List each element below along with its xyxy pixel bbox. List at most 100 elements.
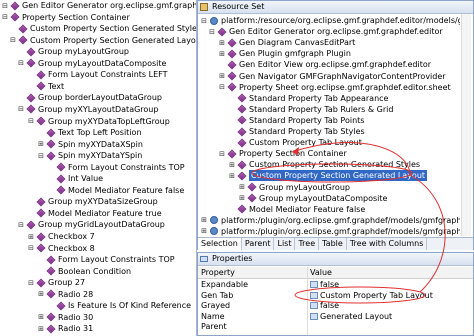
property-row[interactable]: Name Generated Layout — [198, 312, 473, 322]
tree-item[interactable]: ⊟ Gen Editor Generator org.eclipse.gmf.gr… — [208, 26, 443, 37]
property-row[interactable]: Gen Tab Custom Property Tab Layout — [198, 291, 473, 301]
tab-selection[interactable]: Selection — [198, 238, 242, 250]
tab-parent[interactable]: Parent — [242, 238, 275, 250]
tab-tree-with-columns[interactable]: Tree with Columns — [347, 238, 428, 250]
property-row[interactable]: Grayed false — [198, 301, 473, 311]
tree-item[interactable]: Form Layout Constraints TOP — [47, 162, 185, 173]
property-value[interactable]: false — [310, 301, 339, 311]
tree-item[interactable]: Model Mediator Feature true — [27, 208, 162, 219]
collapse-icon[interactable]: ⊟ — [9, 36, 17, 44]
tree-item[interactable]: Group myXYDataSizeGroup — [27, 196, 158, 207]
tree-item[interactable]: ⊟ Property Section Container — [218, 148, 347, 159]
tree-item[interactable]: Group borderLayoutDataGroup — [17, 92, 162, 103]
tab-table[interactable]: Table — [319, 238, 347, 250]
tree-item[interactable]: ⊞ platform:/plugin/org.eclipse.gmf.graphd… — [200, 226, 460, 237]
tree-item[interactable]: ⊟ platform:/resource/org.eclipse.gmf.grap… — [200, 15, 460, 26]
expand-icon[interactable]: ⊞ — [37, 313, 45, 321]
tree-item[interactable]: ⊟ Group myXYDataTopLeftGroup — [27, 116, 170, 127]
tree-item[interactable]: ⊞ Radio 30 — [37, 312, 93, 323]
tree-item[interactable]: ⊞ Gen Diagram CanvasEditPart — [218, 37, 355, 48]
collapse-icon[interactable]: ⊟ — [17, 221, 25, 229]
tree-item[interactable]: ⊟ Checkbox 8 — [27, 243, 95, 254]
property-value[interactable]: Generated Layout — [310, 312, 392, 322]
tree-item[interactable]: Gen Editor View org.eclipse.gmf.graphdef… — [218, 59, 431, 70]
property-value[interactable]: false — [310, 280, 339, 290]
tree-item[interactable]: Custom Property Tab Layout — [228, 137, 362, 148]
expand-icon[interactable]: ⊞ — [200, 216, 208, 224]
collapse-icon[interactable]: ⊟ — [218, 83, 226, 91]
tree-item[interactable]: ⊞ Radio 31 — [37, 323, 93, 334]
collapse-icon[interactable]: ⊟ — [17, 105, 25, 113]
tree-item[interactable]: ⊟ Custom Property Section Generated Layou… — [9, 35, 196, 46]
collapse-icon[interactable]: ⊟ — [27, 117, 35, 125]
expand-icon[interactable]: ⊞ — [37, 140, 45, 148]
tree-item[interactable]: Standard Property Tab Points — [228, 115, 364, 126]
tree-item[interactable]: Int Value — [47, 173, 103, 184]
tree-item[interactable]: ⊞ Checkbox 7 — [27, 231, 95, 242]
tab-list[interactable]: List — [274, 238, 296, 250]
tree-item-label: Checkbox 7 — [48, 232, 95, 241]
expand-icon[interactable]: ⊞ — [228, 161, 236, 169]
collapse-icon[interactable]: ⊟ — [27, 279, 35, 287]
expand-icon[interactable]: ⊞ — [27, 233, 35, 241]
collapse-icon[interactable]: ⊟ — [208, 28, 216, 36]
expand-icon[interactable]: ⊞ — [238, 194, 246, 202]
tree-item[interactable]: ⊞ Custom Property Section Generated Layou… — [228, 170, 428, 182]
collapse-icon[interactable]: ⊟ — [17, 59, 25, 67]
collapse-icon[interactable]: ⊟ — [37, 152, 45, 160]
expand-icon[interactable]: ⊞ — [218, 50, 226, 58]
tree-item[interactable]: ⊟ Spin myXYDataYSpin — [37, 150, 142, 161]
tab-tree[interactable]: Tree — [295, 238, 320, 250]
tree-item[interactable]: Custom Property Section Generated Styles — [9, 23, 196, 34]
tree-item[interactable]: Boolean Condition — [37, 266, 131, 277]
tree-item[interactable]: Model Mediator Feature false — [47, 185, 184, 196]
tree-item[interactable]: Text Top Left Position — [37, 127, 142, 138]
tree-item[interactable]: ⊟ Group myXYLayoutDataGroup — [17, 104, 158, 115]
expand-icon[interactable]: ⊞ — [200, 227, 208, 235]
tree-item[interactable]: ⊟ Group 27 — [27, 277, 85, 288]
expand-icon[interactable]: ⊞ — [218, 72, 226, 80]
tree-item[interactable]: ⊞ Custom Property Section Generated Style… — [228, 159, 420, 170]
col-property[interactable]: Property — [201, 267, 235, 278]
property-row[interactable]: Expandable false — [198, 280, 473, 290]
tree-item[interactable]: ⊟ Group myLayoutDataComposite — [17, 58, 166, 69]
tree-item[interactable]: ⊞ Gen Navigator GMFGraphNavigatorContentP… — [218, 71, 446, 82]
tree-item[interactable]: ⊞ Spin myXYDataXSpin — [37, 139, 143, 150]
tree-item[interactable]: Standard Property Tab Appearance — [228, 93, 388, 104]
tree-item[interactable]: ⊞ Group myLayoutDataComposite — [238, 193, 387, 204]
collapse-icon[interactable]: ⊟ — [27, 244, 35, 252]
collapse-icon[interactable]: ⊟ — [200, 17, 208, 25]
col-value[interactable]: Value — [310, 267, 332, 278]
tree-item[interactable]: Standard Property Tab Styles — [228, 126, 365, 137]
tree-item[interactable]: ⊟ Property Sheet org.eclipse.gmf.graphdef… — [218, 82, 451, 93]
tree-item[interactable]: ⊞ Radio 28 — [37, 289, 93, 300]
tree-item[interactable]: Is Feature Is Of Kind Reference — [47, 300, 191, 311]
tree-item[interactable]: Text — [27, 81, 64, 92]
tree-item[interactable]: Standard Property Tab Rulers & Grid — [228, 104, 393, 115]
tree-item[interactable]: ⊞ Gen Plugin gmfgraph Plugin — [218, 48, 351, 59]
property-row[interactable]: Parent — [198, 322, 473, 332]
tree-item[interactable]: ⊟ Gen Editor Generator org.eclipse.gmf.gr… — [1, 0, 196, 11]
expand-icon[interactable]: ⊞ — [238, 183, 246, 191]
diamond-icon — [46, 312, 56, 322]
tree-item[interactable]: ⊟ Group myGridLayoutDataGroup — [17, 219, 165, 230]
tree-item[interactable]: ⊞ Group myLayoutGroup — [238, 182, 350, 193]
collapse-icon[interactable]: ⊟ — [1, 2, 9, 10]
tree-item[interactable]: Group myLayoutGroup — [17, 46, 129, 57]
collapse-icon[interactable]: ⊟ — [1, 13, 9, 21]
expand-icon[interactable]: ⊞ — [228, 172, 236, 180]
expand-icon[interactable]: ⊞ — [218, 39, 226, 47]
resource-scrollbar[interactable] — [461, 14, 471, 236]
tree-item[interactable]: Model Mediator Feature false — [228, 204, 365, 215]
expand-icon[interactable]: ⊞ — [37, 290, 45, 298]
collapse-icon[interactable]: ⊟ — [218, 150, 226, 158]
tree-item[interactable]: Form Layout Constraints TOP — [37, 254, 175, 265]
tree-item[interactable]: ⊟ Property Section Container — [1, 12, 130, 23]
expand-icon[interactable]: ⊞ — [37, 325, 45, 333]
tree-item[interactable]: ⊞ platform:/plugin/org.eclipse.gmf.graphd… — [200, 215, 460, 226]
property-value[interactable]: Custom Property Tab Layout — [310, 291, 433, 301]
tree-item[interactable]: Form Layout Constraints LEFT — [27, 69, 167, 80]
